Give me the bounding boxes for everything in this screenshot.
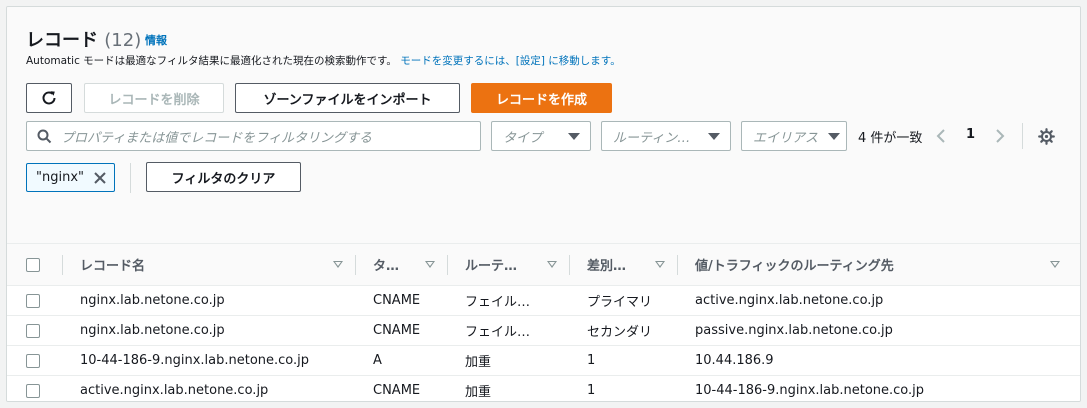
row-select-cell[interactable] [7,375,62,401]
cell-type: CNAME [355,315,447,346]
match-count: 4 件が一致 [858,131,923,146]
column-header-differentiator[interactable]: 差別… [569,243,677,286]
info-link[interactable]: 情報 [145,32,167,48]
table-row[interactable]: active.nginx.lab.netone.co.jp CNAME 加重 1… [7,375,1080,401]
select-all-checkbox[interactable] [26,257,40,272]
delete-record-button[interactable]: レコードを削除 [84,83,224,113]
cell-differentiator: 1 [569,345,677,376]
column-label: ルーテ… [465,259,518,274]
cell-routing: 加重 [447,345,569,376]
routing-caret-icon [708,133,720,140]
alias-caret-icon [828,133,840,140]
cell-record-name: nginx.lab.netone.co.jp [62,315,355,346]
column-divider [62,255,63,275]
column-divider [677,255,678,275]
close-icon[interactable] [94,172,106,184]
cell-type: CNAME [355,285,447,316]
column-header-record-name[interactable]: レコード名 [62,243,355,286]
cell-record-name: nginx.lab.netone.co.jp [62,285,355,316]
cell-value: passive.nginx.lab.netone.co.jp [677,315,1080,346]
chevron-right-icon[interactable] [994,128,1006,144]
token-divider [130,163,131,193]
refresh-icon [42,91,56,105]
cell-differentiator: プライマリ [569,285,677,316]
refresh-button[interactable] [26,83,72,113]
column-label: 値/トラフィックのルーティング先 [695,259,894,274]
column-divider [355,255,356,275]
pager-divider [1022,123,1023,149]
settings-link[interactable]: モードを変更するには、[設定] に移動します。 [400,55,620,67]
row-checkbox[interactable] [26,293,40,308]
records-table: レコード名 タ… ルーテ… 差別… 値/トラフィックのルーティング先 nginx… [7,243,1080,401]
create-record-button[interactable]: レコードを作成 [471,83,612,113]
gear-icon[interactable] [1038,128,1055,145]
cell-value: active.nginx.lab.netone.co.jp [677,285,1080,316]
filter-token-text: "nginx" [36,170,84,185]
type-caret-icon [568,133,580,140]
row-select-cell[interactable] [7,315,62,346]
sort-icon[interactable] [333,261,343,268]
chevron-left-icon[interactable] [935,128,947,144]
column-header-value[interactable]: 値/トラフィックのルーティング先 [677,243,1080,286]
page-title: レコード (12) [26,26,141,52]
cell-record-name: active.nginx.lab.netone.co.jp [62,375,355,401]
table-row[interactable]: 10-44-186-9.nginx.lab.netone.co.jp A 加重 … [7,345,1080,376]
row-checkbox[interactable] [26,323,40,338]
import-zone-file-button[interactable]: ゾーンファイルをインポート [235,83,460,113]
title-text: レコード [26,30,98,51]
cell-record-name: 10-44-186-9.nginx.lab.netone.co.jp [62,345,355,376]
column-header-routing[interactable]: ルーテ… [447,243,569,286]
records-panel: レコード (12) 情報 Automatic モードは最適なフィルタ結果に最適化… [6,6,1081,402]
alias-select-value: エイリアス [753,130,819,146]
sort-icon[interactable] [425,261,435,268]
select-all-cell[interactable] [7,243,62,286]
panel-header: レコード (12) 情報 Automatic モードは最適なフィルタ結果に最適化… [7,7,1080,243]
search-icon [37,129,52,144]
cell-routing: 加重 [447,375,569,401]
table-header-row: レコード名 タ… ルーテ… 差別… 値/トラフィックのルーティング先 [7,243,1080,286]
routing-select-value: ルーティン… [613,130,691,146]
sort-icon[interactable] [547,261,557,268]
clear-filter-button[interactable]: フィルタのクリア [146,162,301,192]
description-text: Automatic モードは最適なフィルタ結果に最適化された現在の検索動作です。 [26,55,397,67]
routing-select[interactable]: ルーティン… [601,121,731,151]
sort-icon[interactable] [655,261,665,268]
column-label: レコード名 [80,259,146,274]
table-row[interactable]: nginx.lab.netone.co.jp CNAME フェイル… プライマリ… [7,285,1080,316]
search-placeholder: プロパティまたは値でレコードをフィルタリングする [61,130,372,146]
cell-differentiator: セカンダリ [569,315,677,346]
record-count: (12) [104,30,142,51]
page-number[interactable]: 1 [966,127,975,142]
row-select-cell[interactable] [7,345,62,376]
cell-value: 10-44-186-9.nginx.lab.netone.co.jp [677,375,1080,401]
cell-routing: フェイル… [447,315,569,346]
type-select-value: タイプ [503,130,543,146]
table-row[interactable]: nginx.lab.netone.co.jp CNAME フェイル… セカンダリ… [7,315,1080,346]
search-mode-description: Automatic モードは最適なフィルタ結果に最適化された現在の検索動作です。… [26,53,621,68]
column-divider [569,255,570,275]
sort-icon[interactable] [1050,261,1060,268]
row-checkbox[interactable] [26,383,40,398]
column-label: 差別… [587,259,627,274]
column-header-type[interactable]: タ… [355,243,447,286]
cell-value: 10.44.186.9 [677,345,1080,376]
row-checkbox[interactable] [26,353,40,368]
row-select-cell[interactable] [7,285,62,316]
cell-differentiator: 1 [569,375,677,401]
column-divider [447,255,448,275]
alias-select[interactable]: エイリアス [741,121,847,151]
filter-token: "nginx" [26,163,115,192]
cell-routing: フェイル… [447,285,569,316]
column-label: タ… [373,259,400,274]
search-input[interactable]: プロパティまたは値でレコードをフィルタリングする [26,121,481,151]
cell-type: CNAME [355,375,447,401]
cell-type: A [355,345,447,376]
type-select[interactable]: タイプ [491,121,591,151]
